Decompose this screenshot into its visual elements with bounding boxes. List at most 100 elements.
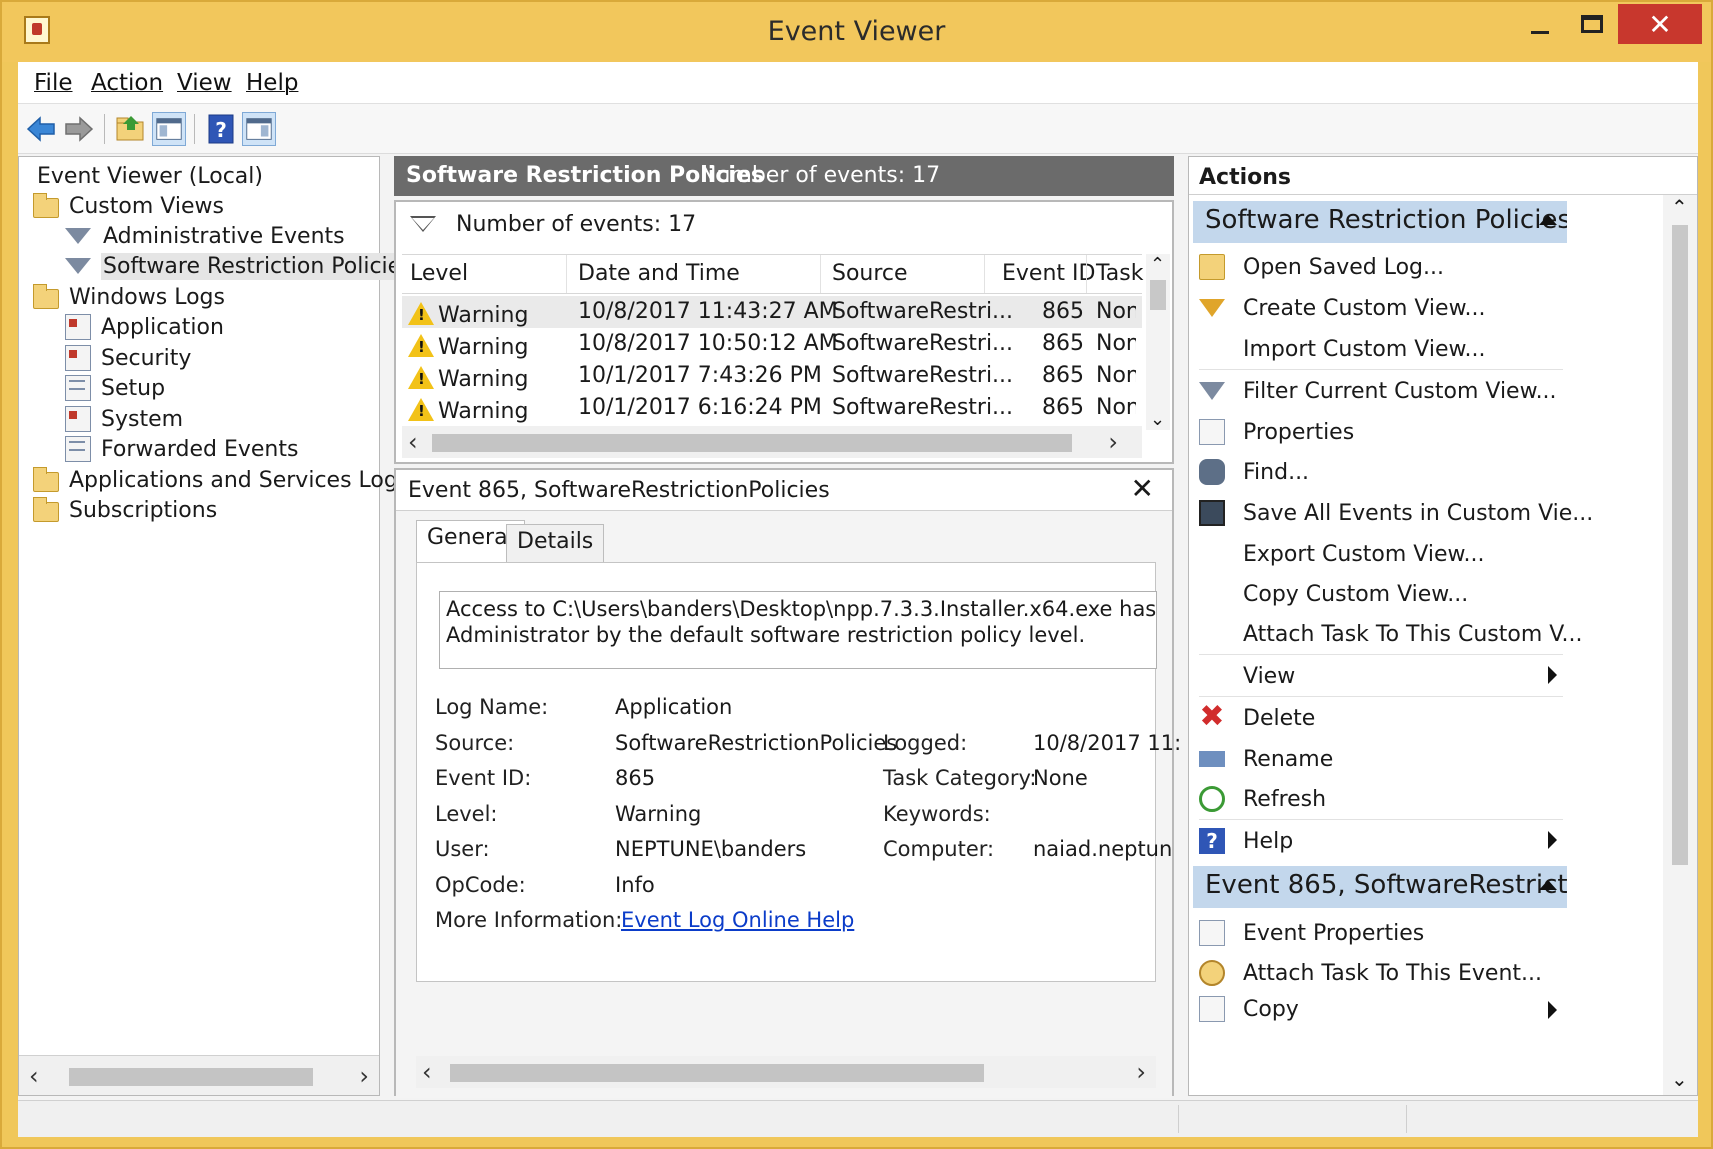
action-find[interactable]: Find...	[1193, 452, 1567, 492]
scroll-left-icon[interactable]: ‹	[29, 1062, 39, 1090]
column-task[interactable]: Task	[1096, 261, 1143, 286]
event-log-online-help-link[interactable]: Event Log Online Help	[621, 908, 854, 932]
collapse-icon[interactable]	[1539, 880, 1557, 890]
action-label: View	[1243, 663, 1296, 689]
column-divider[interactable]	[820, 255, 821, 293]
scroll-thumb[interactable]	[432, 434, 1072, 452]
action-attach-task-event[interactable]: Attach Task To This Event...	[1193, 953, 1567, 993]
help-icon[interactable]: ?	[204, 112, 238, 146]
action-export-custom-view[interactable]: Export Custom View...	[1193, 534, 1567, 574]
scroll-right-icon[interactable]: ›	[1136, 1058, 1146, 1086]
action-filter-current-view[interactable]: Filter Current Custom View...	[1193, 371, 1567, 411]
action-event-properties[interactable]: Event Properties	[1193, 913, 1567, 953]
tree-subscriptions[interactable]: Subscriptions	[33, 495, 219, 525]
folder-up-icon[interactable]	[114, 112, 148, 146]
column-date-time[interactable]: Date and Time	[578, 261, 740, 286]
action-help[interactable]: ? Help	[1193, 821, 1567, 861]
table-row[interactable]: Warning 10/1/2017 6:16:24 PM SoftwareRes…	[402, 392, 1142, 424]
filter-icon	[1199, 299, 1225, 317]
show-tree-button[interactable]	[152, 112, 186, 146]
scroll-up-icon[interactable]: ⌃	[1671, 195, 1688, 219]
action-open-saved-log[interactable]: Open Saved Log...	[1193, 247, 1567, 287]
action-label: Attach Task To This Event...	[1243, 960, 1543, 986]
minimize-button[interactable]	[1512, 4, 1568, 44]
tree-apps-services-logs[interactable]: Applications and Services Logs	[33, 465, 411, 495]
events-vertical-scrollbar[interactable]: ⌃ ⌄	[1146, 254, 1170, 430]
toolbar-separator	[194, 114, 195, 144]
action-rename[interactable]: Rename	[1193, 739, 1567, 779]
action-label: Help	[1243, 828, 1294, 854]
scroll-thumb[interactable]	[1150, 280, 1166, 310]
tree-system[interactable]: System	[65, 404, 185, 434]
scroll-down-icon[interactable]: ⌄	[1671, 1067, 1688, 1091]
column-divider[interactable]	[566, 255, 567, 293]
menu-view[interactable]: View	[177, 70, 232, 96]
close-window-button[interactable]: ✕	[1618, 4, 1702, 44]
action-copy[interactable]: Copy	[1193, 991, 1567, 1027]
log-icon	[65, 375, 91, 401]
actions-section-software-restriction[interactable]: Software Restriction Policies	[1193, 201, 1567, 243]
action-label: Refresh	[1243, 786, 1327, 812]
actions-vertical-scrollbar[interactable]: ⌃ ⌄	[1663, 195, 1697, 1095]
menu-action[interactable]: Action	[91, 70, 163, 96]
show-action-pane-button[interactable]	[242, 112, 276, 146]
menu-help[interactable]: Help	[246, 70, 298, 96]
scroll-down-icon[interactable]: ⌄	[1150, 409, 1165, 430]
row-source: SoftwareRestri...	[832, 331, 1014, 356]
scroll-left-icon[interactable]: ‹	[408, 428, 418, 456]
table-row[interactable]: Warning 10/8/2017 11:43:27 AM SoftwareRe…	[402, 296, 1142, 328]
tree-windows-logs[interactable]: Windows Logs	[33, 282, 227, 312]
column-divider[interactable]	[984, 255, 985, 293]
collapse-icon[interactable]	[1539, 215, 1557, 225]
value-opcode: Info	[615, 873, 655, 897]
scroll-left-icon[interactable]: ‹	[422, 1058, 432, 1086]
forward-icon[interactable]	[62, 112, 96, 146]
scroll-right-icon[interactable]: ›	[359, 1062, 369, 1090]
scroll-right-icon[interactable]: ›	[1108, 428, 1118, 456]
tree-software-restriction-policies[interactable]: Software Restriction Policies	[65, 251, 415, 281]
column-event-id[interactable]: Event ID	[1002, 261, 1095, 286]
action-copy-custom-view[interactable]: Copy Custom View...	[1193, 574, 1567, 614]
maximize-button[interactable]	[1564, 4, 1620, 44]
scroll-thumb[interactable]	[450, 1064, 984, 1082]
value-event-id: 865	[615, 766, 656, 790]
warning-icon	[408, 302, 434, 325]
warning-icon	[408, 366, 434, 389]
event-description[interactable]: Access to C:\Users\banders\Desktop\npp.7…	[439, 591, 1157, 669]
column-divider[interactable]	[1086, 255, 1087, 293]
tree-forwarded-events[interactable]: Forwarded Events	[65, 434, 300, 464]
detail-horizontal-scrollbar[interactable]: ‹ ›	[416, 1056, 1156, 1088]
action-create-custom-view[interactable]: Create Custom View...	[1193, 288, 1567, 328]
menu-file[interactable]: File	[34, 70, 73, 96]
action-attach-task-custom-view[interactable]: Attach Task To This Custom V...	[1193, 614, 1582, 654]
row-level: Warning	[438, 399, 529, 424]
close-icon[interactable]: ✕	[1131, 472, 1154, 505]
action-view[interactable]: View	[1193, 656, 1567, 696]
table-row[interactable]: Warning 10/8/2017 10:50:12 AM SoftwareRe…	[402, 328, 1142, 360]
tree-application[interactable]: Application	[65, 312, 226, 342]
events-horizontal-scrollbar[interactable]: ‹ ›	[402, 426, 1142, 458]
action-delete[interactable]: ✖ Delete	[1193, 698, 1567, 738]
tree-setup[interactable]: Setup	[65, 373, 167, 403]
title-bar[interactable]: Event Viewer ✕	[2, 2, 1711, 62]
action-save-all-events[interactable]: Save All Events in Custom Vie...	[1193, 493, 1593, 533]
column-level[interactable]: Level	[410, 261, 468, 286]
action-separator	[1199, 819, 1563, 820]
show-action-pane-icon	[246, 118, 272, 140]
tree-custom-views[interactable]: Custom Views	[33, 191, 226, 221]
action-properties[interactable]: Properties	[1193, 412, 1567, 452]
action-refresh[interactable]: Refresh	[1193, 779, 1567, 819]
tree-administrative-events[interactable]: Administrative Events	[65, 221, 347, 251]
scroll-thumb[interactable]	[1672, 225, 1688, 865]
scroll-thumb[interactable]	[69, 1068, 313, 1086]
column-source[interactable]: Source	[832, 261, 908, 286]
table-row[interactable]: Warning 10/1/2017 7:43:26 PM SoftwareRes…	[402, 360, 1142, 392]
back-icon[interactable]	[24, 112, 58, 146]
tree-security[interactable]: Security	[65, 343, 193, 373]
tab-details[interactable]: Details	[506, 524, 605, 562]
scroll-up-icon[interactable]: ⌃	[1150, 254, 1165, 275]
tree-horizontal-scrollbar[interactable]: ‹ ›	[19, 1055, 379, 1095]
actions-section-event[interactable]: Event 865, SoftwareRestricti...	[1193, 866, 1567, 908]
tree-root[interactable]: Event Viewer (Local)	[35, 161, 265, 191]
action-import-custom-view[interactable]: Import Custom View...	[1193, 329, 1567, 369]
